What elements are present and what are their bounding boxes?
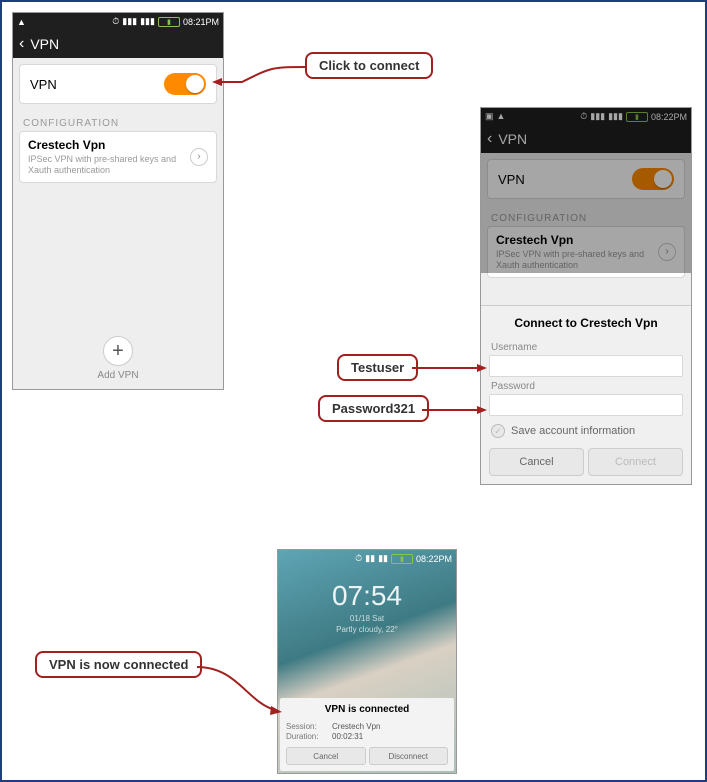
signal-icon: ▮▮▮ <box>140 16 155 27</box>
modal-title: Connect to Crestech Vpn <box>489 312 683 338</box>
phone2: ▣ ▲ ⏱ ▮▮▮ ▮▮▮ ▮ 08:22PM ‹ VPN VPN CONFIG… <box>480 107 692 485</box>
lockscreen-clock: 07:54 01/18 Sat Partly cloudy, 22° <box>278 580 456 634</box>
alarm-icon: ⏱ <box>355 553 362 564</box>
signal-icon: ▮▮▮ <box>122 16 137 27</box>
status-bar: ▲ ⏱ ▮▮▮ ▮▮▮ ▮ 08:21PM <box>13 13 223 30</box>
vpn-toggle-label: VPN <box>30 77 57 92</box>
password-label: Password <box>491 381 683 392</box>
title-bar: ‹ VPN <box>13 30 223 58</box>
vpn-toggle[interactable] <box>164 73 206 95</box>
session-label: Session: <box>286 722 332 731</box>
disconnect-button[interactable]: Disconnect <box>369 747 449 765</box>
save-account-label: Save account information <box>511 425 635 437</box>
vpn-name: Crestech Vpn <box>28 138 184 152</box>
lock-time: 07:54 <box>278 580 456 612</box>
vpn-toggle-row: VPN <box>487 159 685 199</box>
back-icon[interactable]: ‹ <box>19 36 24 52</box>
back-icon[interactable]: ‹ <box>487 131 492 147</box>
title-bar: ‹ VPN <box>481 125 691 153</box>
configuration-heading: CONFIGURATION <box>481 205 691 226</box>
alarm-icon: ⏱ <box>580 111 587 122</box>
callout-vpn-connected: VPN is now connected <box>35 651 202 678</box>
page-title: VPN <box>30 36 59 52</box>
vpn-description: IPSec VPN with pre-shared keys and Xauth… <box>496 249 652 271</box>
signal-icon: ▮▮▮ <box>608 111 623 122</box>
chevron-right-icon[interactable]: › <box>658 243 676 261</box>
vpn-config-item[interactable]: Crestech Vpn IPSec VPN with pre-shared k… <box>487 226 685 278</box>
status-bar: ⏱ ▮▮ ▮▮ ▮ 08:22PM <box>278 550 456 567</box>
save-account-row[interactable]: ✓ Save account information <box>491 424 683 438</box>
lock-weather: Partly cloudy, 22° <box>278 625 456 634</box>
vpn-toggle[interactable] <box>632 168 674 190</box>
vpn-description: IPSec VPN with pre-shared keys and Xauth… <box>28 154 184 176</box>
phone1: ▲ ⏱ ▮▮▮ ▮▮▮ ▮ 08:21PM ‹ VPN VPN CONFIGUR… <box>12 12 224 390</box>
callout-password: Password321 <box>318 395 429 422</box>
status-time: 08:21PM <box>183 17 219 27</box>
configuration-heading: CONFIGURATION <box>13 110 223 131</box>
battery-icon: ▮ <box>391 554 413 564</box>
battery-icon: ▮ <box>626 112 648 122</box>
duration-value: 00:02:31 <box>332 732 363 741</box>
status-time: 08:22PM <box>416 554 452 564</box>
battery-icon: ▮ <box>158 17 180 27</box>
add-vpn-section: + Add VPN <box>13 336 223 381</box>
signal-icon: ▮▮ <box>378 553 388 564</box>
signal-icon: ▮▮▮ <box>590 111 605 122</box>
username-label: Username <box>491 342 683 353</box>
status-bar: ▣ ▲ ⏱ ▮▮▮ ▮▮▮ ▮ 08:22PM <box>481 108 691 125</box>
wifi-icon: ▲ <box>497 111 506 122</box>
username-input[interactable] <box>489 355 683 377</box>
chevron-right-icon[interactable]: › <box>190 148 208 166</box>
checkbox-icon[interactable]: ✓ <box>491 424 505 438</box>
vpn-connected-modal: VPN is connected Session: Crestech Vpn D… <box>280 698 454 771</box>
callout-testuser: Testuser <box>337 354 418 381</box>
lock-date: 01/18 Sat <box>278 614 456 623</box>
connect-button[interactable]: Connect <box>588 448 683 476</box>
callout-click-connect: Click to connect <box>305 52 433 79</box>
vpn-toggle-row: VPN <box>19 64 217 104</box>
signal-icon: ▮▮ <box>365 553 375 564</box>
vpn-connected-title: VPN is connected <box>286 702 448 721</box>
cancel-button[interactable]: Cancel <box>286 747 366 765</box>
wifi-icon: ▲ <box>17 17 26 27</box>
duration-label: Duration: <box>286 732 332 741</box>
status-time: 08:22PM <box>651 112 687 122</box>
cancel-button[interactable]: Cancel <box>489 448 584 476</box>
vpn-toggle-label: VPN <box>498 172 525 187</box>
password-input[interactable] <box>489 394 683 416</box>
alarm-icon: ⏱ <box>112 16 119 27</box>
vpn-name: Crestech Vpn <box>496 233 652 247</box>
session-value: Crestech Vpn <box>332 722 380 731</box>
picture-icon: ▣ <box>485 111 494 122</box>
add-vpn-label: Add VPN <box>13 370 223 381</box>
page-title: VPN <box>498 131 527 147</box>
phone3: ⏱ ▮▮ ▮▮ ▮ 08:22PM 07:54 01/18 Sat Partly… <box>277 549 457 774</box>
vpn-config-item[interactable]: Crestech Vpn IPSec VPN with pre-shared k… <box>19 131 217 183</box>
add-vpn-button[interactable]: + <box>103 336 133 366</box>
connect-modal: Connect to Crestech Vpn Username Passwor… <box>481 305 691 484</box>
